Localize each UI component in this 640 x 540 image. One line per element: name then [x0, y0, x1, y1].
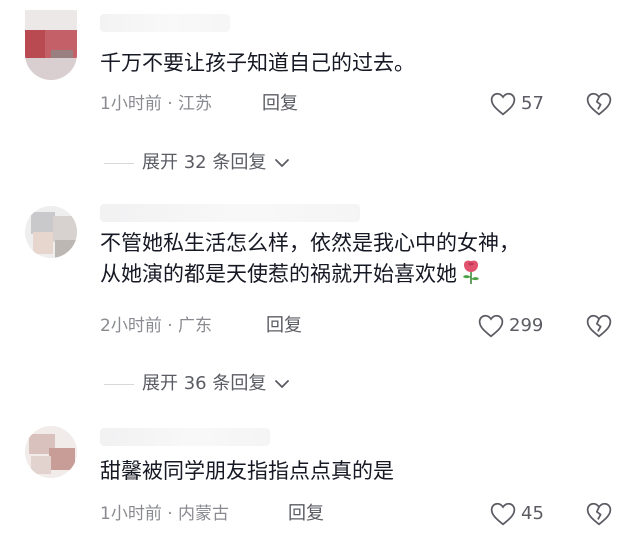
comment-text-line: 甜馨被同学朋友指指点点真的是 — [100, 459, 394, 483]
reply-button[interactable]: 回复 — [266, 314, 302, 338]
comment-text-line: 千万不要让孩子知道自己的过去。 — [100, 51, 415, 75]
avatar[interactable] — [25, 426, 77, 478]
like-count: 299 — [509, 315, 544, 336]
username-blurred — [100, 14, 230, 32]
comment-text: 千万不要让孩子知道自己的过去。 — [100, 48, 620, 79]
comment-text: 不管她私生活怎么样，依然是我心中的女神， 从她演的都是天使惹的祸就开始喜欢她 — [100, 228, 620, 290]
heart-icon — [478, 314, 504, 338]
expand-replies-label: 展开 36 条回复 — [142, 373, 267, 394]
rose-icon — [463, 260, 479, 284]
comment-item: 不管她私生活怎么样，依然是我心中的女神， 从她演的都是天使惹的祸就开始喜欢她 2… — [0, 190, 640, 410]
username-blurred — [100, 428, 270, 446]
like-count: 57 — [521, 93, 544, 114]
expand-replies-button[interactable]: 展开 36 条回复 — [104, 371, 290, 397]
comment-meta: 1小时前 · 江苏 — [100, 94, 213, 114]
reply-button[interactable]: 回复 — [288, 502, 324, 526]
like-count: 45 — [521, 503, 544, 524]
dislike-button[interactable] — [586, 502, 612, 528]
avatar[interactable] — [25, 10, 77, 80]
divider-dash — [104, 383, 134, 385]
dislike-button[interactable] — [586, 314, 612, 340]
expand-replies-button[interactable]: 展开 32 条回复 — [104, 150, 290, 176]
broken-heart-icon — [586, 502, 612, 526]
comment-text-line: 从她演的都是天使惹的祸就开始喜欢她 — [100, 262, 457, 286]
chevron-down-icon — [275, 380, 290, 388]
broken-heart-icon — [586, 92, 612, 116]
dislike-button[interactable] — [586, 92, 612, 118]
avatar[interactable] — [25, 206, 77, 258]
reply-button[interactable]: 回复 — [262, 92, 298, 116]
like-button[interactable]: 45 — [490, 501, 544, 527]
username-blurred — [100, 204, 360, 222]
comment-item: 千万不要让孩子知道自己的过去。 1小时前 · 江苏 回复 57 展开 32 条回… — [0, 0, 640, 190]
heart-icon — [490, 92, 516, 116]
comment-text-line: 不管她私生活怎么样，依然是我心中的女神， — [100, 231, 520, 255]
comment-text: 甜馨被同学朋友指指点点真的是 — [100, 456, 620, 487]
expand-replies-label: 展开 32 条回复 — [142, 152, 267, 173]
divider-dash — [104, 162, 134, 164]
broken-heart-icon — [586, 314, 612, 338]
comment-meta: 1小时前 · 内蒙古 — [100, 504, 230, 524]
heart-icon — [490, 502, 516, 526]
chevron-down-icon — [275, 159, 290, 167]
like-button[interactable]: 299 — [478, 313, 543, 339]
like-button[interactable]: 57 — [490, 91, 544, 117]
comment-item: 甜馨被同学朋友指指点点真的是 1小时前 · 内蒙古 回复 45 — [0, 410, 640, 540]
comment-meta: 2小时前 · 广东 — [100, 316, 213, 336]
